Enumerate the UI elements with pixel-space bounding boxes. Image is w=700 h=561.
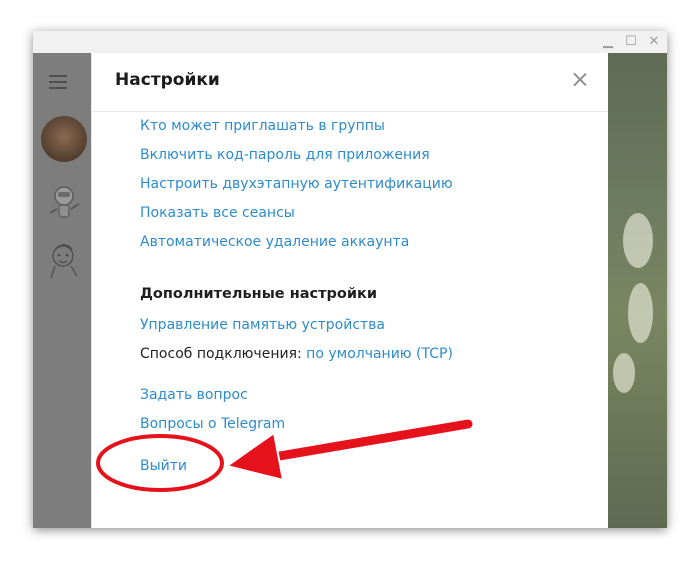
sketch-avatar-icon [50,244,78,279]
group-invite-privacy-link[interactable]: Кто может приглашать в группы [140,118,385,134]
hamburger-icon[interactable] [49,75,69,89]
robot-avatar-icon [49,186,80,218]
storage-management-link[interactable]: Управление памятью устройства [140,317,385,333]
connection-type-label: Способ подключения: [140,346,302,362]
avatar[interactable] [41,116,87,162]
two-step-verification-link[interactable]: Настроить двухэтапную аутентификацию [140,176,453,192]
ask-question-link[interactable]: Задать вопрос [140,387,248,403]
connection-type-row: Способ подключения: по умолчанию (TCP) [140,346,453,362]
avatar[interactable] [41,176,87,222]
show-all-sessions-link[interactable]: Показать все сеансы [140,205,295,221]
connection-type-link[interactable]: по умолчанию (TCP) [306,346,453,362]
telegram-faq-link[interactable]: Вопросы о Telegram [140,416,285,432]
page-title: Настройки [115,70,220,90]
close-window-button[interactable]: ✕ [645,33,663,51]
close-icon[interactable] [570,70,590,90]
account-self-destruct-link[interactable]: Автоматическое удаление аккаунта [140,234,409,250]
logout-link[interactable]: Выйти [140,458,187,474]
advanced-settings-heading: Дополнительные настройки [140,286,377,302]
chat-sidebar [33,53,91,528]
window-titlebar: ▁ ☐ ✕ [33,31,667,53]
minimize-button[interactable]: ▁ [599,33,617,51]
settings-panel: Настройки Кто может приглашать в группы … [92,53,608,528]
settings-header: Настройки [92,53,608,112]
avatar[interactable] [41,236,87,282]
maximize-button[interactable]: ☐ [622,33,640,51]
passcode-lock-link[interactable]: Включить код-пароль для приложения [140,147,430,163]
app-window: ▁ ☐ ✕ Настройки Кто может приглашать в г… [33,31,667,528]
app-area: Настройки Кто может приглашать в группы … [33,53,667,528]
chat-background [608,53,667,528]
